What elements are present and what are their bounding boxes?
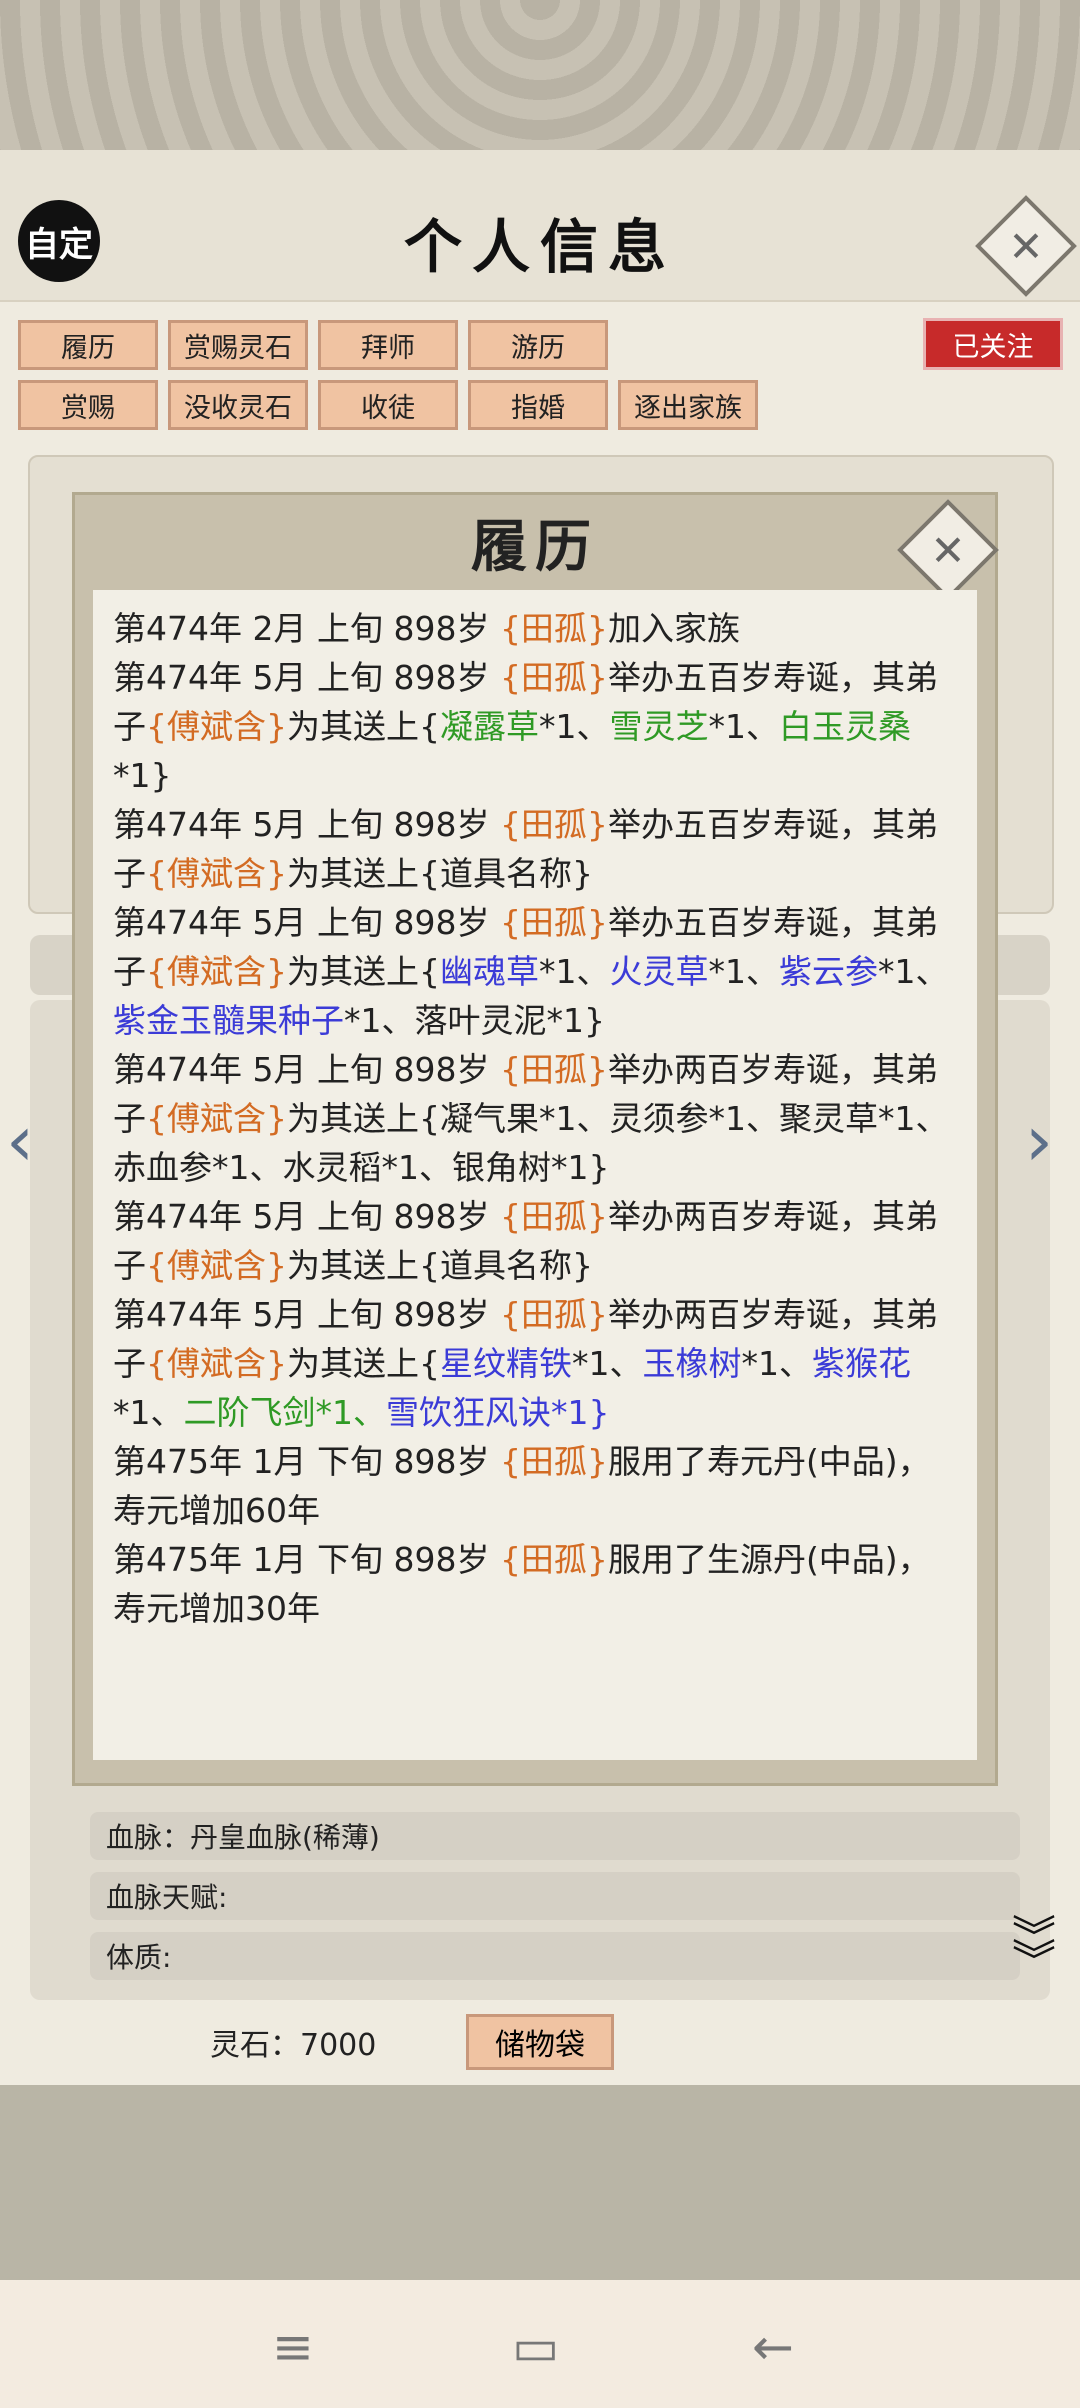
entry-segment: {田孤} [499,805,608,844]
bloodline-row: 血脉：丹皇血脉(稀薄) [90,1812,1020,1860]
entry-segment: {傅斌含} [146,952,287,991]
storage-bag-button[interactable]: 储物袋 [466,2014,614,2070]
resume-entry: 第474年 5月 上旬 898岁 {田孤}举办两百岁寿诞，其弟子{傅斌含}为其送… [113,1045,957,1192]
entry-segment: 第474年 2月 上旬 898岁 [113,609,500,648]
resume-entry: 第474年 5月 上旬 898岁 {田孤}举办两百岁寿诞，其弟子{傅斌含}为其送… [113,1290,957,1437]
entry-segment: 为其送上{ [287,952,440,991]
top-decor-band [0,0,1080,150]
entry-segment: *1、 [539,707,610,746]
close-icon: ✕ [930,525,966,575]
back-icon[interactable]: ← [752,2318,794,2376]
entry-segment: 星纹精铁 [440,1344,572,1383]
entry-segment: 第474年 5月 上旬 898岁 [113,1197,500,1236]
entry-segment: *1、 [113,1393,184,1432]
entry-segment: *1、 [708,707,780,746]
menu-icon[interactable]: ≡ [272,2318,314,2376]
entry-segment: 紫云参 [779,952,878,991]
menu-reward-stones[interactable]: 赏赐灵石 [168,320,308,370]
spirit-stone-count: 灵石：7000 [210,2028,377,2063]
entry-segment: 第475年 1月 下旬 898岁 [113,1442,500,1481]
entry-segment: 第474年 5月 上旬 898岁 [113,658,500,697]
entry-segment: 第474年 5月 上旬 898岁 [113,1295,500,1334]
menu-apprentice[interactable]: 拜师 [318,320,458,370]
entry-segment: {田孤} [499,609,608,648]
entry-segment: 雪饮狂风诀*1} [386,1393,610,1432]
menu-resume[interactable]: 履历 [18,320,158,370]
menu-reward[interactable]: 赏赐 [18,380,158,430]
resume-entry: 第474年 5月 上旬 898岁 {田孤}举办五百岁寿诞，其弟子{傅斌含}为其送… [113,800,957,898]
entry-segment: *1、 [539,952,610,991]
entry-segment: 第475年 1月 下旬 898岁 [113,1540,500,1579]
menu-take-disciple[interactable]: 收徒 [318,380,458,430]
follow-badge[interactable]: 已关注 [923,318,1063,370]
resume-list[interactable]: 第474年 2月 上旬 898岁 {田孤}加入家族 第474年 5月 上旬 898… [93,590,977,1760]
entry-segment: 紫金玉髓果种子 [113,1001,344,1040]
entry-segment: *1、 [878,952,949,991]
entry-segment: 第474年 5月 上旬 898岁 [113,805,500,844]
entry-segment: 第474年 5月 上旬 898岁 [113,903,500,942]
modal-title: 履历 [471,514,599,580]
entry-segment: {田孤} [499,658,608,697]
entry-segment: {田孤} [499,903,608,942]
entry-segment: 凝露草 [440,707,539,746]
entry-segment: *1、 [741,1344,813,1383]
entry-segment: *1} [113,756,172,795]
menu-expel[interactable]: 逐出家族 [618,380,758,430]
menu-travel[interactable]: 游历 [468,320,608,370]
entry-segment: {田孤} [499,1442,608,1481]
entry-segment: {傅斌含} [146,707,287,746]
entry-segment: {田孤} [499,1295,608,1334]
entry-segment: {傅斌含} [146,854,287,893]
entry-segment: 紫猴花 [812,1344,911,1383]
entry-segment: 为其送上{道具名称} [287,1246,593,1285]
menu-confiscate-stones[interactable]: 没收灵石 [168,380,308,430]
entry-segment: 二阶飞剑*1、 [183,1393,387,1432]
page-title: 个人信息 [403,213,676,281]
entry-segment: 玉橡树 [642,1344,742,1383]
resume-entry: 第475年 1月 下旬 898岁 {田孤}服用了生源丹(中品)，寿元增加30年 [113,1535,957,1633]
scroll-down-icon[interactable]: ︾ ︾ [1012,1916,1056,1984]
entry-segment: 白玉灵桑 [779,707,911,746]
entry-segment: *1、 [708,952,780,991]
resume-entry: 第474年 5月 上旬 898岁 {田孤}举办两百岁寿诞，其弟子{傅斌含}为其送… [113,1192,957,1290]
entry-segment: {傅斌含} [146,1099,287,1138]
resume-entry: 第475年 1月 下旬 898岁 {田孤}服用了寿元丹(中品)，寿元增加60年 [113,1437,957,1535]
bloodline-talent-row: 血脉天赋: [90,1872,1020,1920]
resume-entry: 第474年 2月 上旬 898岁 {田孤}加入家族 [113,604,957,653]
next-arrow-icon[interactable]: › [1025,1100,1053,1182]
prev-arrow-icon[interactable]: ‹ [6,1100,34,1182]
entry-segment: 雪灵芝 [609,707,709,746]
entry-segment: 为其送上{ [287,1344,440,1383]
physique-row: 体质: [90,1932,1020,1980]
entry-segment: {田孤} [499,1540,608,1579]
entry-segment: {傅斌含} [146,1246,287,1285]
entry-segment: {田孤} [499,1050,608,1089]
menu-arrange-marriage[interactable]: 指婚 [468,380,608,430]
resume-entry: 第474年 5月 上旬 898岁 {田孤}举办五百岁寿诞，其弟子{傅斌含}为其送… [113,898,957,1045]
entry-segment: 火灵草 [609,952,709,991]
entry-segment: 幽魂草 [440,952,539,991]
entry-segment: {田孤} [499,1197,608,1236]
entry-segment: 加入家族 [607,609,740,648]
entry-segment: *1、 [572,1344,643,1383]
close-icon: ✕ [1008,221,1044,271]
entry-segment: 为其送上{ [287,707,440,746]
entry-segment: *1、落叶灵泥*1} [344,1001,605,1040]
entry-segment: {傅斌含} [146,1344,287,1383]
entry-segment: 为其送上{道具名称} [287,854,593,893]
entry-segment: 第474年 5月 上旬 898岁 [113,1050,500,1089]
resume-entry: 第474年 5月 上旬 898岁 {田孤}举办五百岁寿诞，其弟子{傅斌含}为其送… [113,653,957,800]
home-icon[interactable]: ▭ [512,2318,559,2376]
